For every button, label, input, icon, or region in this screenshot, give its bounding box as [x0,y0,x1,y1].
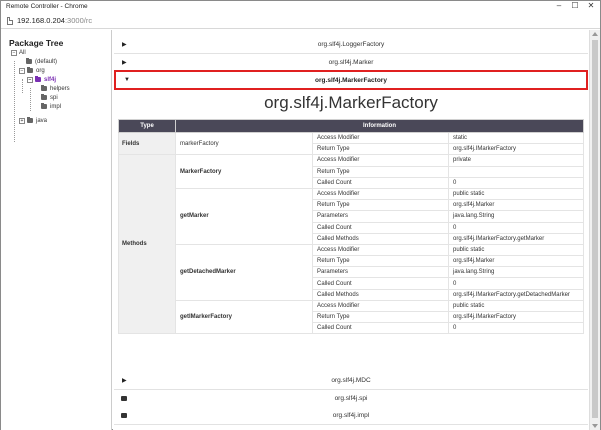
accordion-impl[interactable]: org.slf4j.impl [114,407,588,425]
table-row: getIMarkerFactory Access Modifier public… [119,299,585,335]
table-header-row: Type Information [118,119,585,133]
accordion-marker-factory[interactable]: ▼ org.slf4j.MarkerFactory [114,70,588,90]
collapse-icon[interactable]: − [27,76,33,83]
browser-window: Remote Controller - Chrome – ☐ ✕ 192.168… [0,0,601,430]
tree-node-helpers[interactable]: helpers [41,84,70,93]
folder-icon [27,67,33,73]
url-text[interactable]: 192.168.0.204:3000/rc [17,16,92,25]
field-name-cell: markerFactory [175,131,313,156]
tree-node-slf4j[interactable]: − slf4j [27,75,56,84]
package-tree-sidebar: Package Tree − All (default) − org − slf… [1,30,112,430]
tree-node-all[interactable]: − All [11,48,26,57]
table-row: getMarker Access Modifier public static [119,187,585,245]
class-info-table: Type Information Fields markerFactory Ac… [118,119,585,335]
window-title: Remote Controller - Chrome [6,3,88,10]
package-tree-title: Package Tree [9,38,64,48]
method-name-cell: getDetachedMarker [175,243,313,301]
expand-icon[interactable]: + [19,117,25,124]
fields-type-cell: Fields [118,131,176,156]
methods-type-cell: Methods [118,154,176,335]
tree-node-impl[interactable]: impl [41,102,61,111]
accordion-mdc[interactable]: ▶ org.slf4j.MDC [114,372,588,390]
type-header: Type [118,119,176,133]
tree-node-org[interactable]: − org [19,66,45,75]
folder-icon [41,85,47,91]
method-name-cell: getIMarkerFactory [175,299,313,335]
method-name-cell: getMarker [175,187,313,245]
scroll-down-arrow-icon[interactable] [592,424,598,428]
class-detail-panel: ▶ org.slf4j.LoggerFactory ▶ org.slf4j.Ma… [113,30,589,430]
tree-node-default[interactable]: (default) [26,57,57,66]
folder-icon [26,58,32,64]
minimize-icon[interactable]: – [551,1,567,12]
table-row: Fields markerFactory Access Modifier sta… [118,131,585,156]
folder-icon [41,94,47,100]
collapse-icon[interactable]: − [19,67,25,74]
method-name-cell: MarkerFactory [175,154,313,189]
vertical-scrollbar[interactable] [589,30,600,430]
folder-icon [35,76,41,82]
title-bar[interactable]: Remote Controller - Chrome – ☐ ✕ [1,1,600,13]
maximize-icon[interactable]: ☐ [567,1,583,12]
accordion-logger-factory[interactable]: ▶ org.slf4j.LoggerFactory [114,36,588,54]
close-icon[interactable]: ✕ [583,1,599,12]
table-row: Methods MarkerFactory Access Modifier pr… [118,154,585,335]
address-bar[interactable]: 192.168.0.204:3000/rc [1,13,600,29]
page-icon [7,17,13,25]
accordion-spi[interactable]: org.slf4j.spi [114,390,588,408]
tree-node-java[interactable]: + java [19,116,47,125]
table-row: getDetachedMarker Access Modifier public… [119,243,585,301]
collapse-icon[interactable]: − [11,49,17,56]
class-title: org.slf4j.MarkerFactory [264,93,438,112]
information-header: Information [174,119,585,133]
folder-icon [41,103,47,109]
scroll-up-arrow-icon[interactable] [592,32,598,36]
folder-icon [27,117,33,123]
tree-node-spi[interactable]: spi [41,93,58,102]
scrollbar-thumb[interactable] [592,40,598,418]
